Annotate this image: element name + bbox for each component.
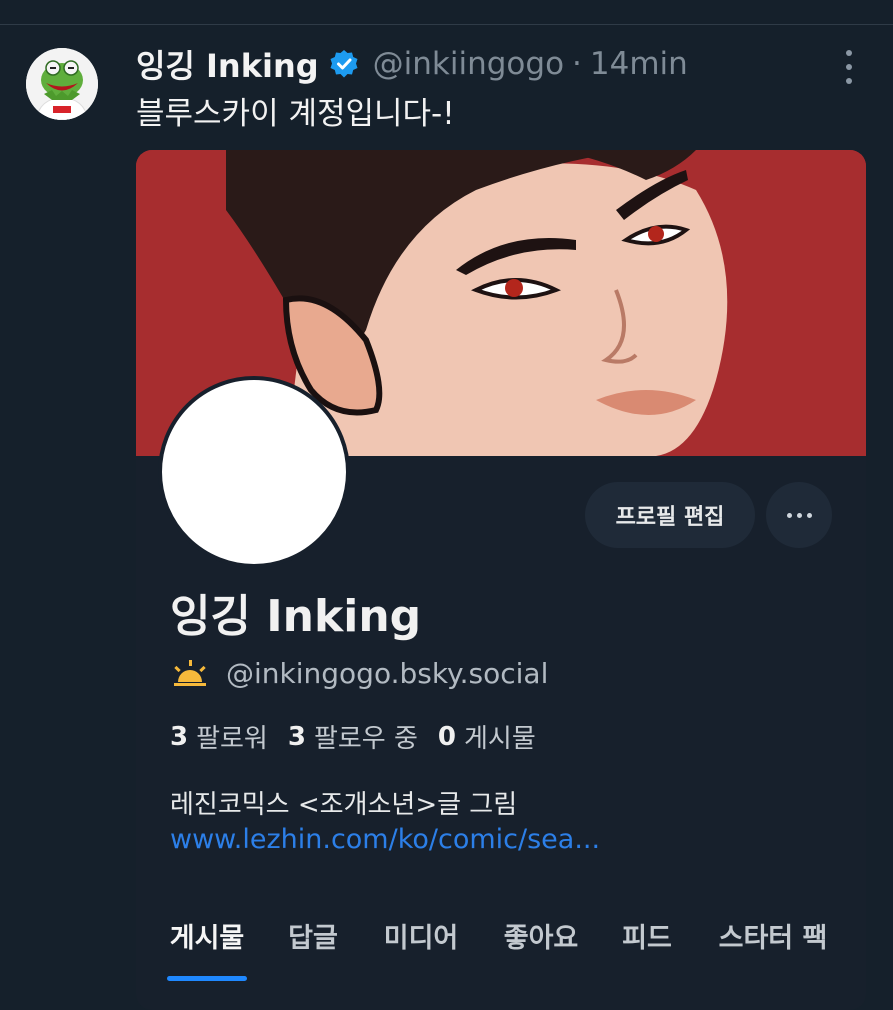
more-horizontal-icon[interactable] [766,482,832,548]
tweet-header: 잉깅 Inking @inkiingogo · 14min [136,40,688,88]
profile-stats: 3 팔로워 3 팔로우 중 0 게시물 [170,718,556,755]
sun-icon [170,658,210,688]
followers-count[interactable]: 3 [170,722,188,752]
profile-name: 잉깅 Inking [170,591,422,642]
author-handle[interactable]: @inkiingogo [373,46,564,82]
tweet-text: 블루스카이 계정입니다-! [136,96,455,132]
more-vertical-icon[interactable] [838,50,860,84]
followers-label[interactable]: 팔로워 [196,718,268,755]
profile-handle: @inkingogo.bsky.social [226,656,549,690]
tab-media[interactable]: 미디어 [376,910,466,986]
tweet-timestamp[interactable]: 14min [590,46,688,82]
profile-avatar[interactable] [158,376,350,568]
top-divider [0,24,893,25]
tab-replies[interactable]: 답글 [282,910,344,986]
tab-posts[interactable]: 게시물 [156,910,258,986]
tab-likes[interactable]: 좋아요 [496,910,586,986]
separator-dot: · [572,46,582,82]
kermit-avatar-icon [26,48,98,120]
posts-count: 0 [437,721,456,752]
tab-starter-packs[interactable]: 스타터 팩 [708,910,838,986]
active-tab-indicator [167,976,247,981]
tab-feeds[interactable]: 피드 [616,910,678,986]
verified-badge-icon [329,49,359,79]
edit-profile-button[interactable]: 프로필 편집 [585,482,755,548]
posts-label: 게시물 [464,724,536,754]
profile-tabs: 게시물 답글 미디어 좋아요 피드 스타터 팩 [136,910,866,980]
embedded-profile-card[interactable]: 프로필 편집 잉깅 Inking @inkingogo.bsky.social … [136,150,866,1010]
following-label[interactable]: 팔로우 중 [314,718,418,755]
author-display-name[interactable]: 잉깅 Inking [136,41,319,87]
profile-handle-row: @inkingogo.bsky.social [170,652,548,694]
profile-link[interactable]: www.lezhin.com/ko/comic/sea... [170,824,600,855]
author-avatar[interactable] [26,48,98,120]
profile-bio: 레진코믹스 <조개소년>글 그림 [170,790,518,820]
following-count[interactable]: 3 [288,722,306,752]
